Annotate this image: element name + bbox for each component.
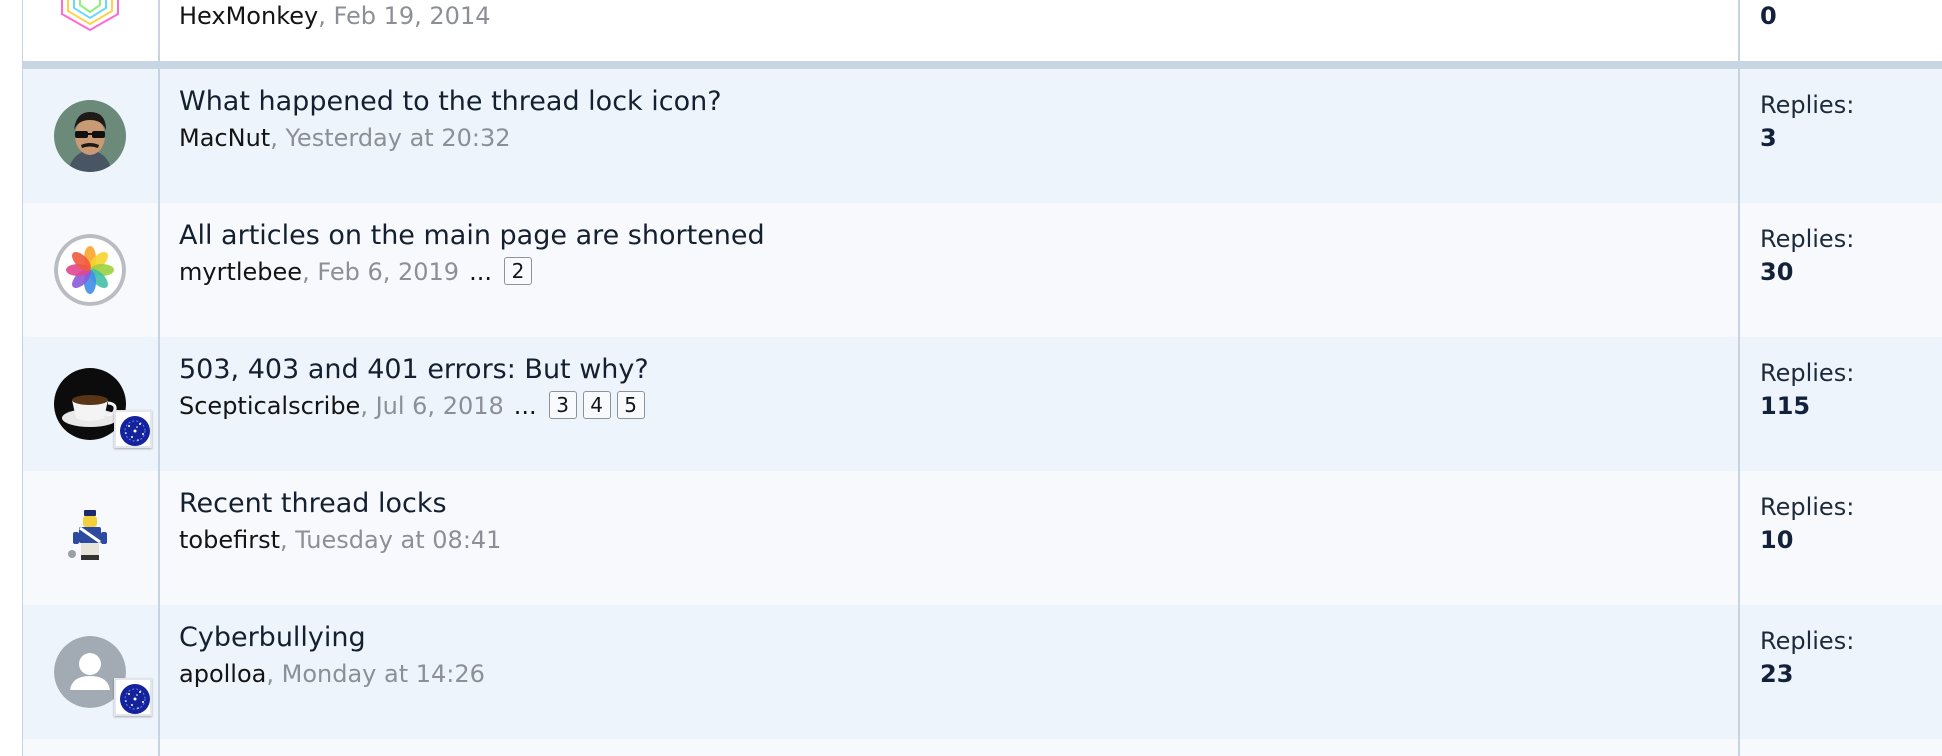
replies-label: Replies:	[1760, 91, 1855, 119]
thread-row: 503, 403 and 401 errors: But why? Scepti…	[23, 337, 1942, 473]
pagination-ellipsis: ...	[469, 258, 492, 286]
replies-count: 30	[1760, 258, 1794, 286]
thread-title[interactable]: 503, 403 and 401 errors: But why?	[179, 354, 649, 385]
thread-row: HexMonkey, Feb 19, 2014 0	[23, 0, 1942, 61]
thread-date[interactable]: Monday at 14:26	[282, 660, 485, 688]
avatar-column	[23, 739, 160, 756]
thread-date[interactable]: Jul 6, 2018	[376, 392, 504, 420]
replies-count: 23	[1760, 660, 1794, 688]
thread-meta: apolloa, Monday at 14:26	[179, 660, 485, 688]
thread-title[interactable]: What happened to the thread lock icon?	[179, 86, 722, 117]
galaxy-mini-avatar-icon[interactable]	[114, 678, 152, 716]
thread-date[interactable]: Feb 19, 2014	[333, 2, 490, 30]
section-divider	[23, 61, 1942, 69]
thread-meta: tobefirst, Tuesday at 08:41	[179, 526, 502, 554]
pagination-ellipsis: ...	[513, 392, 537, 420]
thread-meta: MacNut, Yesterday at 20:32	[179, 124, 511, 152]
thread-row: All articles on the main page are shorte…	[23, 203, 1942, 339]
thread-date[interactable]: Tuesday at 08:41	[295, 526, 501, 554]
page-link[interactable]: 4	[582, 391, 611, 419]
page-link[interactable]: 5	[616, 391, 645, 419]
replies-count: 0	[1760, 2, 1777, 30]
thread-date[interactable]: Yesterday at 20:32	[285, 124, 510, 152]
photos-app-avatar-icon[interactable]	[54, 234, 126, 306]
replies-label: Replies:	[1760, 359, 1855, 387]
thread-row: Cyberbullying apolloa, Monday at 14:26 R…	[23, 605, 1942, 741]
page-link[interactable]: 2	[503, 257, 532, 285]
stats-column	[1738, 739, 1942, 756]
thread-author[interactable]: tobefirst	[179, 526, 280, 554]
replies-count: 115	[1760, 392, 1811, 420]
thread-meta: myrtlebee, Feb 6, 2019... 2	[179, 257, 532, 287]
galaxy-mini-avatar-icon[interactable]	[114, 410, 152, 448]
thread-date[interactable]: Feb 6, 2019	[317, 258, 459, 286]
colorful-hexagon-avatar-icon[interactable]	[54, 0, 126, 34]
thread-meta: Scepticalscribe, Jul 6, 2018... 3 4 5	[179, 391, 645, 421]
thread-row	[23, 739, 1942, 756]
thread-list: HexMonkey, Feb 19, 2014 0 What happened …	[22, 0, 1942, 756]
thread-title[interactable]: Cyberbullying	[179, 622, 366, 653]
replies-label: Replies:	[1760, 627, 1855, 655]
thread-title[interactable]: All articles on the main page are shorte…	[179, 220, 765, 251]
thread-title[interactable]: Recent thread locks	[179, 488, 447, 519]
lego-figure-avatar-icon[interactable]	[54, 502, 126, 574]
replies-label: Replies:	[1760, 225, 1855, 253]
thread-row: Recent thread locks tobefirst, Tuesday a…	[23, 471, 1942, 607]
replies-label: Replies:	[1760, 493, 1855, 521]
thread-row: What happened to the thread lock icon? M…	[23, 69, 1942, 205]
page-link[interactable]: 3	[548, 391, 577, 419]
thread-author[interactable]: Scepticalscribe	[179, 392, 360, 420]
thread-author[interactable]: HexMonkey	[179, 2, 318, 30]
thread-meta: HexMonkey, Feb 19, 2014	[179, 2, 491, 30]
man-sunglasses-avatar-icon[interactable]	[54, 100, 126, 172]
replies-count: 3	[1760, 124, 1777, 152]
thread-author[interactable]: MacNut	[179, 124, 270, 152]
thread-author[interactable]: myrtlebee	[179, 258, 302, 286]
replies-count: 10	[1760, 526, 1794, 554]
thread-author[interactable]: apolloa	[179, 660, 266, 688]
